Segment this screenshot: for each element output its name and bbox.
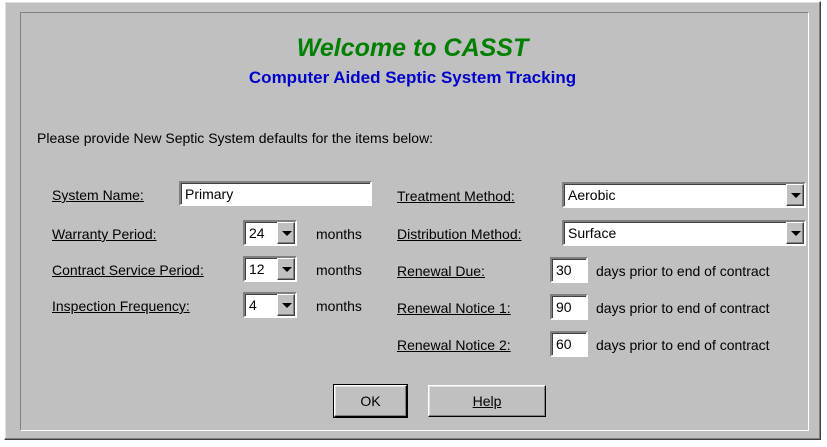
- renewal-notice-1-label: Renewal Notice 1:: [397, 300, 511, 316]
- chevron-down-icon[interactable]: [277, 258, 295, 280]
- inspection-frequency-label: Inspection Frequency:: [52, 298, 190, 314]
- contract-unit: months: [316, 262, 362, 278]
- contract-period-value: 12: [249, 261, 265, 277]
- distribution-method-select[interactable]: Surface: [562, 220, 806, 246]
- distribution-method-value: Surface: [568, 225, 617, 241]
- renewal-notice-1-value: 90: [556, 299, 572, 315]
- warranty-period-value: 24: [249, 225, 265, 241]
- renewal-notice-2-input[interactable]: 60: [550, 331, 588, 357]
- treatment-method-select[interactable]: Aerobic: [562, 182, 806, 208]
- chevron-down-icon[interactable]: [277, 222, 295, 244]
- help-button-label: Help: [472, 393, 502, 409]
- warranty-period-label: Warranty Period:: [52, 226, 157, 242]
- inspection-frequency-select[interactable]: 4: [243, 292, 297, 318]
- help-button[interactable]: Help: [428, 385, 546, 417]
- renewal-due-label: Renewal Due:: [397, 263, 485, 279]
- renewal-due-value: 30: [556, 262, 572, 278]
- inspection-unit: months: [316, 298, 362, 314]
- warranty-period-select[interactable]: 24: [243, 220, 297, 246]
- welcome-title: Welcome to CASST: [296, 34, 529, 62]
- renewal-due-input[interactable]: 30: [550, 257, 588, 283]
- dialog-window: Welcome to CASST Computer Aided Septic S…: [4, 1, 821, 440]
- renewal-notice-1-input[interactable]: 90: [550, 294, 588, 320]
- app-subtitle: Computer Aided Septic System Tracking: [248, 68, 577, 87]
- system-name-label: System Name:: [52, 187, 144, 203]
- renewal-notice-2-value: 60: [556, 336, 572, 352]
- chevron-down-icon[interactable]: [277, 294, 295, 316]
- contract-period-label: Contract Service Period:: [52, 262, 204, 278]
- renewal-notice-1-suffix: days prior to end of contract: [596, 300, 770, 316]
- instructions-text: Please provide New Septic System default…: [37, 130, 434, 146]
- distribution-method-label: Distribution Method:: [397, 226, 522, 242]
- renewal-notice-2-label: Renewal Notice 2:: [397, 337, 511, 353]
- contract-period-select[interactable]: 12: [243, 256, 297, 282]
- renewal-due-suffix: days prior to end of contract: [596, 263, 770, 279]
- system-name-value: Primary: [185, 186, 234, 202]
- treatment-method-value: Aerobic: [568, 187, 616, 203]
- renewal-notice-2-suffix: days prior to end of contract: [596, 337, 770, 353]
- warranty-unit: months: [316, 226, 362, 242]
- system-name-input[interactable]: Primary: [179, 181, 372, 206]
- chevron-down-icon[interactable]: [786, 222, 804, 244]
- treatment-method-label: Treatment Method:: [397, 188, 515, 204]
- inspection-frequency-value: 4: [249, 297, 257, 313]
- chevron-down-icon[interactable]: [786, 184, 804, 206]
- ok-button[interactable]: OK: [333, 384, 408, 418]
